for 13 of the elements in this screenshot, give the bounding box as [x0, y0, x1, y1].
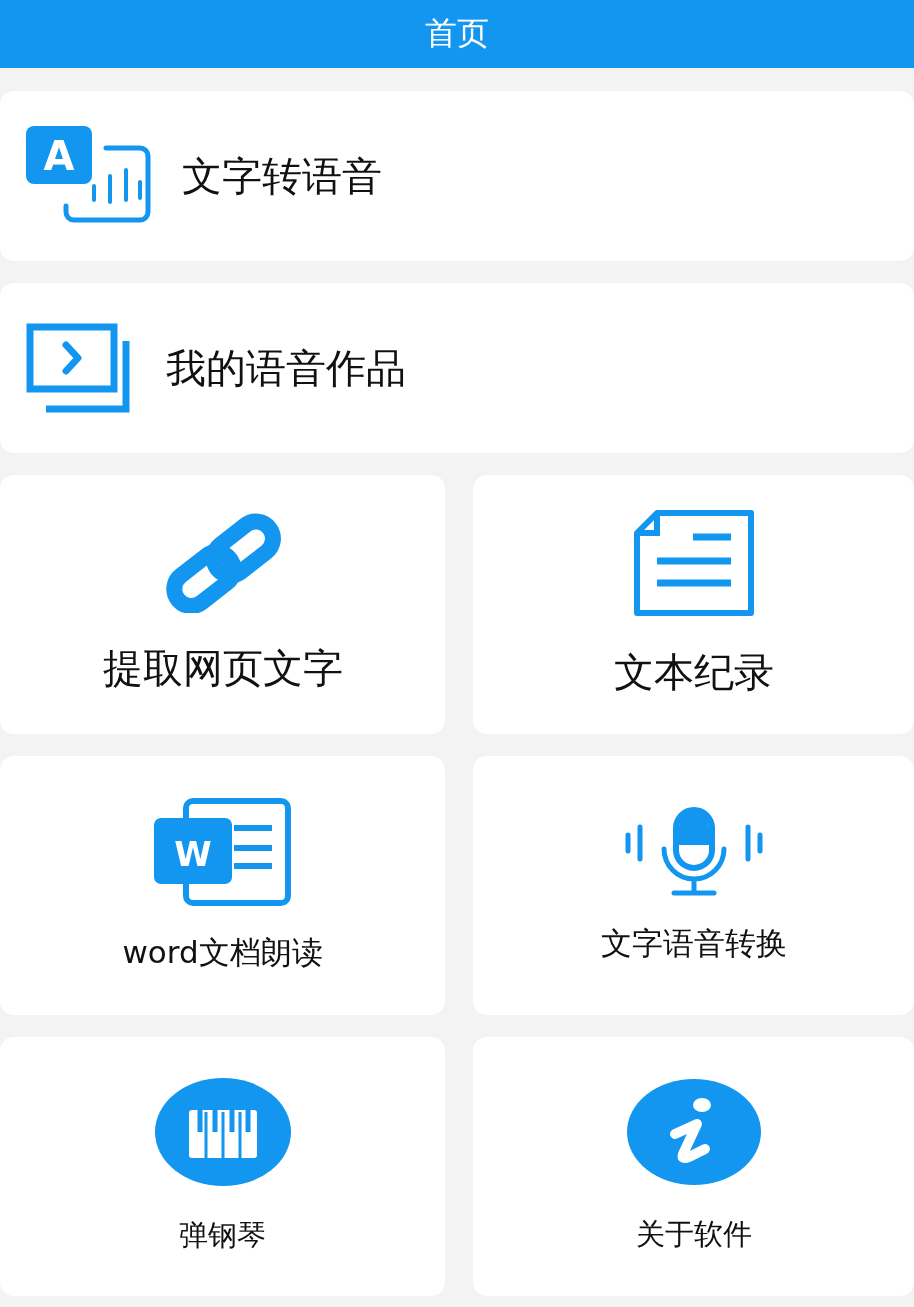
document-icon	[632, 509, 755, 617]
menu-tile[interactable]: 文字语音转换	[473, 756, 914, 1015]
menu-tile[interactable]: 提取网页文字	[0, 475, 445, 734]
menu-tile[interactable]: W word文档朗读	[0, 756, 445, 1015]
piano-icon	[154, 1077, 291, 1186]
info-icon	[626, 1078, 761, 1185]
menu-tile[interactable]: 文本纪录	[473, 475, 914, 734]
menu-tile[interactable]: 关于软件	[473, 1037, 914, 1296]
microphone-icon	[623, 806, 764, 897]
menu-card[interactable]: 我的语音作品	[0, 283, 914, 453]
page-title: 首页	[425, 13, 489, 54]
menu-card[interactable]: A 文字转语音	[0, 91, 914, 261]
menu-tile[interactable]: 弹钢琴	[0, 1037, 445, 1296]
